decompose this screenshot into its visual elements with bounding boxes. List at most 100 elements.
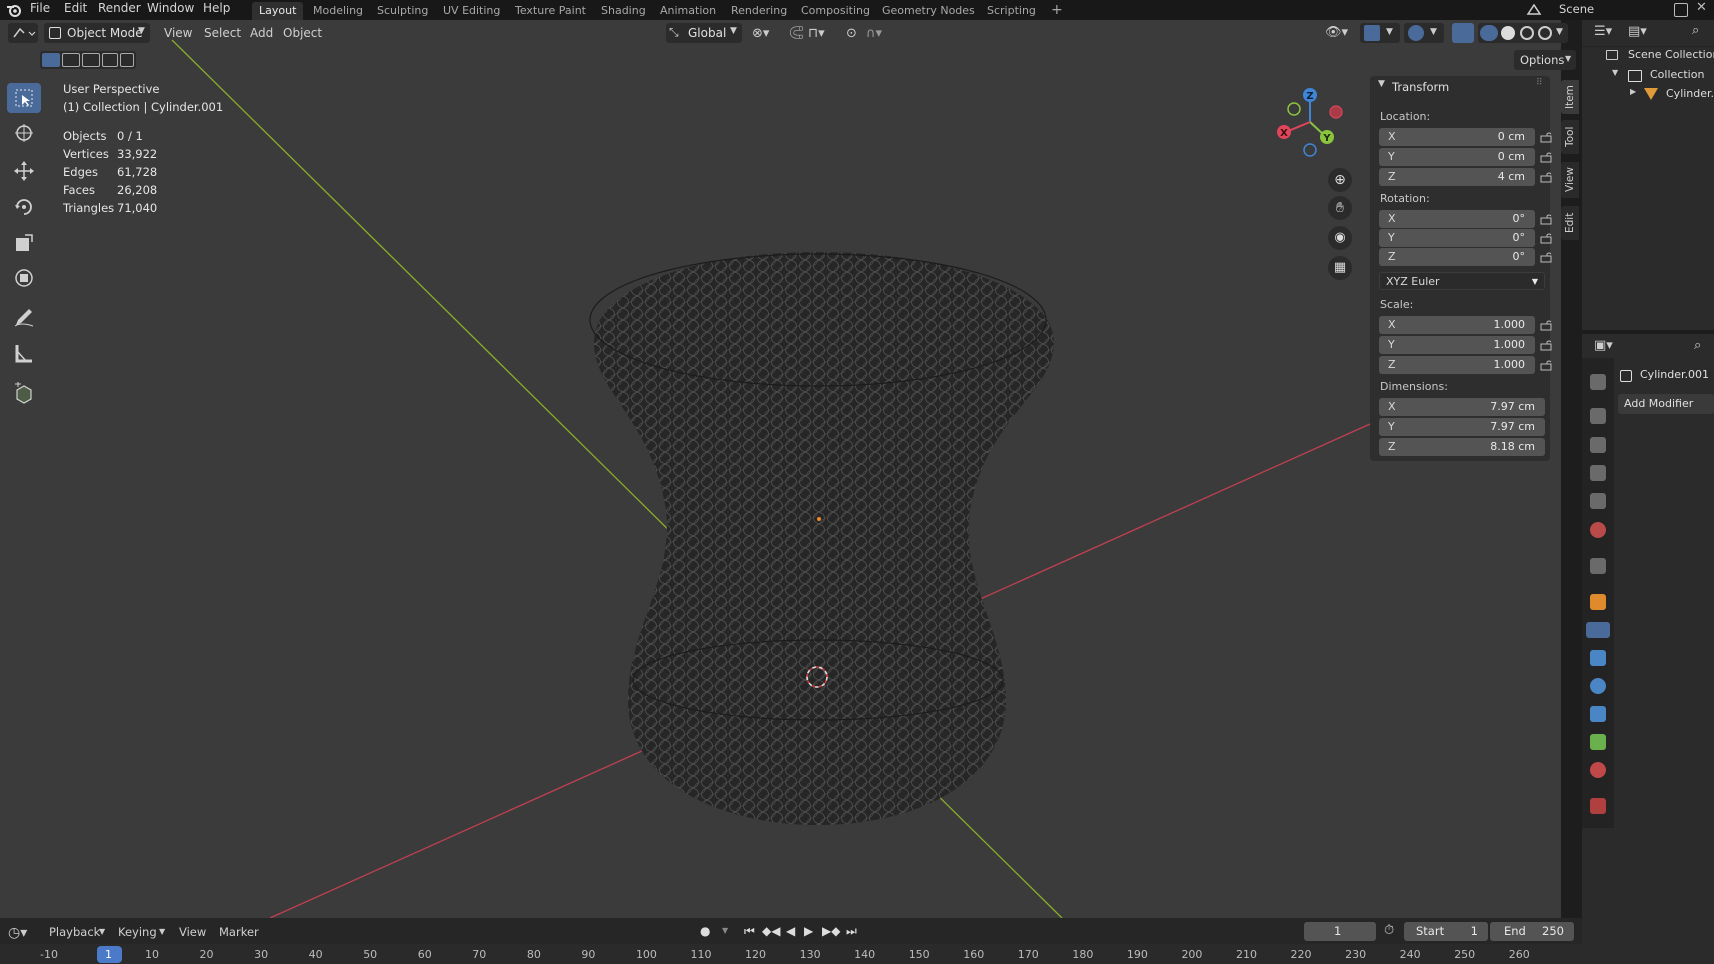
gizmo-toggle[interactable]: ▼: [1360, 23, 1400, 43]
view-layer-icon[interactable]: [1590, 465, 1606, 481]
overlay-toggle[interactable]: ▼: [1404, 23, 1444, 43]
proportional-edit-icon[interactable]: ⊙: [846, 26, 857, 41]
select-subtract-icon[interactable]: [82, 53, 100, 67]
menu-marker[interactable]: Marker: [219, 925, 259, 939]
dimensions-x-field[interactable]: X 7.97 cm: [1379, 398, 1545, 416]
lock-icon[interactable]: [1540, 232, 1552, 244]
pan-hand-icon[interactable]: ✋︎: [1328, 196, 1352, 220]
tool-settings-icon[interactable]: [1590, 374, 1606, 390]
select-invert-icon[interactable]: [102, 53, 118, 67]
tab-rendering[interactable]: Rendering: [724, 2, 794, 20]
prev-keyframe-icon[interactable]: ◆◀: [762, 924, 780, 938]
menu-help[interactable]: Help: [203, 1, 230, 15]
menu-select[interactable]: Select: [204, 26, 241, 46]
navigation-gizmo[interactable]: Z Y X: [1270, 82, 1350, 162]
annotate-tool[interactable]: [7, 302, 41, 332]
tab-scripting[interactable]: Scripting: [980, 2, 1043, 20]
properties-object-name[interactable]: Cylinder.001: [1640, 368, 1709, 381]
outliner-collection[interactable]: Collection: [1650, 68, 1704, 81]
particles-icon[interactable]: [1590, 650, 1606, 666]
tab-shading[interactable]: Shading: [594, 2, 653, 20]
tab-view[interactable]: View: [1561, 162, 1579, 198]
jump-end-icon[interactable]: ⏭: [846, 924, 857, 939]
lock-icon[interactable]: [1540, 359, 1552, 371]
display-mode-icon[interactable]: ▤▾: [1628, 24, 1647, 39]
texture-icon[interactable]: [1590, 798, 1606, 814]
current-frame-field[interactable]: 1: [1304, 922, 1376, 941]
lock-icon[interactable]: [1540, 339, 1552, 351]
orientation-dropdown[interactable]: ⤡ Global ▼: [666, 23, 742, 43]
dimensions-y-field[interactable]: Y 7.97 cm: [1379, 418, 1545, 436]
tab-uv-editing[interactable]: UV Editing: [436, 2, 507, 20]
tab-compositing[interactable]: Compositing: [794, 2, 877, 20]
scene-icon[interactable]: [1526, 2, 1542, 18]
collection-props-icon[interactable]: [1590, 558, 1606, 574]
menu-keying[interactable]: Keying: [118, 925, 157, 939]
lock-icon[interactable]: [1540, 319, 1552, 331]
tab-sculpting[interactable]: Sculpting: [370, 2, 435, 20]
pivot-icon[interactable]: ⊗▾: [752, 26, 769, 41]
editor-type-button[interactable]: [8, 23, 38, 43]
zoom-icon[interactable]: ⊕: [1328, 168, 1352, 192]
stopwatch-icon[interactable]: ⏱: [1384, 923, 1394, 938]
data-icon[interactable]: [1590, 734, 1606, 750]
snap-icon[interactable]: 🧲︎: [788, 26, 805, 41]
menu-file[interactable]: File: [30, 1, 50, 15]
lock-icon[interactable]: [1540, 151, 1552, 163]
scale-z-field[interactable]: Z 1.000: [1379, 356, 1535, 374]
select-extend-icon[interactable]: [62, 53, 80, 67]
scale-x-field[interactable]: X 1.000: [1379, 316, 1535, 334]
select-new-icon[interactable]: [42, 53, 60, 67]
menu-add[interactable]: Add: [250, 26, 273, 46]
properties-editor-type-icon[interactable]: ▣▾: [1594, 338, 1613, 353]
dimensions-z-field[interactable]: Z 8.18 cm: [1379, 438, 1545, 456]
menu-playback[interactable]: Playback: [49, 925, 100, 939]
menu-render[interactable]: Render: [98, 1, 141, 15]
object-props-icon[interactable]: [1590, 594, 1606, 610]
rendered-shading-icon[interactable]: [1538, 26, 1552, 40]
drag-handle-icon[interactable]: ⠿: [1536, 78, 1543, 88]
outliner-object[interactable]: Cylinder.0: [1666, 87, 1714, 100]
modifier-wrench-icon[interactable]: [1586, 622, 1610, 638]
rotation-x-field[interactable]: X 0°: [1379, 210, 1535, 228]
render-icon[interactable]: [1590, 408, 1606, 424]
tab-edit[interactable]: Edit: [1561, 206, 1579, 240]
select-box-tool[interactable]: [7, 83, 41, 113]
constraints-icon[interactable]: [1590, 706, 1606, 722]
output-icon[interactable]: [1590, 437, 1606, 453]
add-workspace-button[interactable]: +: [1044, 0, 1070, 18]
move-tool[interactable]: [7, 156, 41, 186]
close-icon[interactable]: ✕: [1696, 0, 1707, 15]
next-keyframe-icon[interactable]: ▶◆: [822, 924, 840, 938]
panel-title[interactable]: Transform: [1392, 80, 1449, 94]
visibility-icon[interactable]: 👁︎▾: [1325, 25, 1348, 40]
collapse-chevron-icon[interactable]: ▼: [1378, 79, 1385, 89]
options-dropdown[interactable]: Options ▼: [1514, 50, 1576, 70]
tab-modeling[interactable]: Modeling: [306, 2, 370, 20]
lock-icon[interactable]: [1540, 131, 1552, 143]
material-shading-icon[interactable]: [1520, 26, 1534, 40]
expand-chevron-icon[interactable]: ▶: [1630, 87, 1636, 96]
outliner-scene-collection[interactable]: Scene Collection: [1628, 48, 1714, 61]
rotation-z-field[interactable]: Z 0°: [1379, 248, 1535, 266]
world-icon[interactable]: [1590, 522, 1606, 538]
xray-toggle-icon[interactable]: [1452, 23, 1474, 43]
transform-tool[interactable]: [7, 263, 41, 293]
tab-texture-paint[interactable]: Texture Paint: [508, 2, 593, 20]
expand-chevron-icon[interactable]: ▼: [1612, 68, 1618, 77]
rotate-tool[interactable]: [7, 192, 41, 222]
snap-target-icon[interactable]: ⊓▾: [808, 26, 825, 41]
menu-object[interactable]: Object: [283, 26, 322, 46]
select-intersect-icon[interactable]: [120, 53, 134, 67]
play-reverse-icon[interactable]: ◀: [786, 924, 795, 938]
tab-item[interactable]: Item: [1561, 80, 1579, 114]
measure-tool[interactable]: [7, 338, 41, 368]
timeline-editor-type-icon[interactable]: ◷▾: [8, 925, 27, 941]
search-icon[interactable]: ⌕: [1692, 23, 1699, 38]
location-x-field[interactable]: X0 cm: [1379, 128, 1535, 146]
menu-view[interactable]: View: [164, 26, 192, 46]
play-icon[interactable]: ▶: [804, 924, 813, 938]
material-icon[interactable]: [1590, 762, 1606, 778]
search-icon[interactable]: ⌕: [1694, 338, 1701, 353]
outliner-editor-type-icon[interactable]: ☰▾: [1594, 24, 1612, 39]
